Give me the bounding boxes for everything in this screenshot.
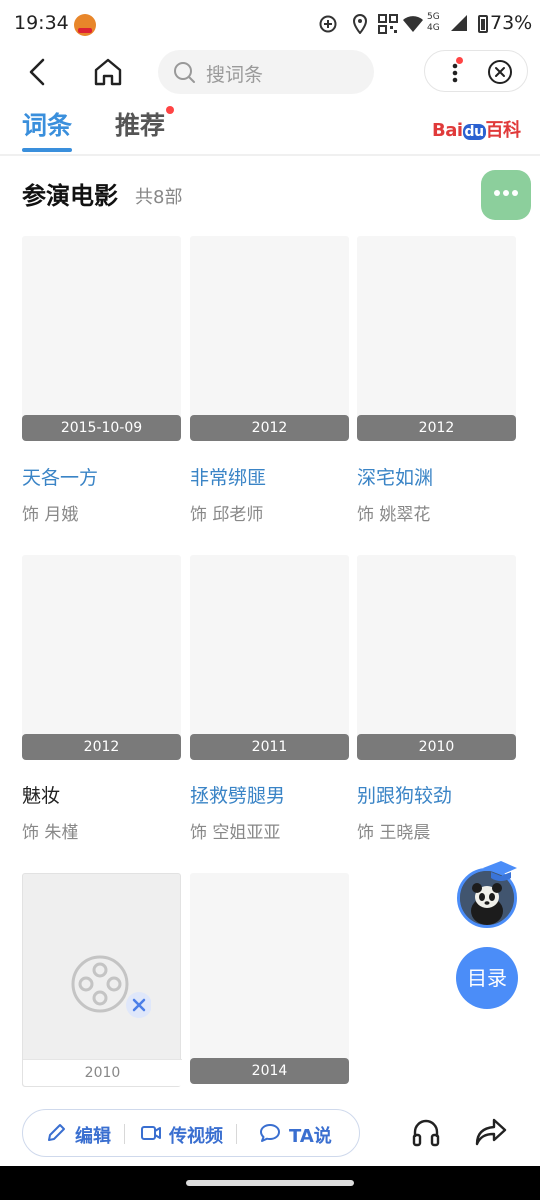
wifi-icon — [403, 16, 423, 32]
movie-poster[interactable]: 2012 — [22, 555, 181, 760]
mini-program-capsule — [424, 50, 528, 92]
share-icon[interactable] — [474, 1117, 508, 1147]
movie-title-link[interactable]: 天各一方 — [22, 463, 98, 490]
network-type: 5G 4G — [427, 12, 440, 33]
close-icon[interactable] — [487, 59, 513, 85]
movie-title: 魅妆 — [22, 785, 61, 807]
chat-bubble-icon — [260, 1124, 280, 1142]
location-icon — [352, 14, 368, 34]
section-count: 共8部 — [135, 187, 183, 208]
movie-poster[interactable]: 2014 — [190, 873, 349, 1084]
signal-icon — [451, 15, 467, 31]
divider — [0, 154, 540, 156]
movie-role: 饰 姚翠花 — [357, 505, 431, 525]
video-camera-icon — [141, 1126, 161, 1140]
movie-date: 2012 — [22, 734, 181, 760]
graduation-cap-icon — [483, 861, 517, 881]
notification-dot — [166, 106, 174, 114]
movie-title-link[interactable]: 拯救劈腿男 — [190, 781, 285, 808]
status-bar: 19:34 5G 4G 73% — [0, 0, 540, 48]
movie-poster[interactable]: 2015-10-09 — [22, 236, 181, 441]
search-input[interactable]: 搜词条 — [158, 50, 374, 94]
movie-title-link[interactable]: 深宅如渊 — [357, 463, 433, 490]
movie-title-link[interactable]: 非常绑匪 — [190, 463, 266, 490]
action-pill: 编辑 传视频 TA说 — [22, 1109, 360, 1157]
tab-entry[interactable]: 词条 — [22, 106, 72, 142]
movie-role: 饰 朱槿 — [22, 823, 79, 843]
search-icon — [174, 62, 195, 83]
movie-date: 2015-10-09 — [22, 415, 181, 441]
divider — [236, 1124, 237, 1144]
app-notification-icon — [74, 14, 96, 36]
chat-float-button[interactable] — [481, 170, 531, 220]
movie-poster[interactable]: 2012 — [190, 236, 349, 441]
home-gesture-handle[interactable] — [186, 1180, 354, 1186]
status-time: 19:34 — [14, 12, 69, 34]
home-button[interactable] — [92, 56, 124, 88]
movie-date: 2011 — [190, 734, 349, 760]
section-title: 参演电影 — [22, 182, 118, 210]
qr-code-icon — [378, 14, 398, 34]
ta-says-button[interactable]: TA说 — [289, 1122, 332, 1148]
movie-title-link[interactable]: 别跟狗较劲 — [357, 781, 452, 808]
active-tab-indicator — [22, 148, 72, 152]
movie-role: 饰 王晓晨 — [357, 823, 431, 843]
movie-poster[interactable]: 2012 — [357, 236, 516, 441]
battery-icon — [478, 15, 488, 33]
search-placeholder: 搜词条 — [206, 64, 264, 86]
movie-role: 饰 空姐亚亚 — [190, 823, 281, 843]
movie-date: 2010 — [357, 734, 516, 760]
edit-button[interactable]: 编辑 — [75, 1122, 111, 1148]
tab-recommend[interactable]: 推荐 — [115, 106, 165, 142]
pencil-icon — [48, 1124, 65, 1141]
movie-date: 2014 — [190, 1058, 349, 1084]
movie-role: 饰 邱老师 — [190, 505, 264, 525]
movie-role: 饰 月娥 — [22, 505, 79, 525]
film-reel-missing-icon — [71, 955, 151, 1018]
baidu-baike-logo[interactable]: Bai du 百科 — [432, 116, 521, 142]
table-of-contents-button[interactable]: 目录 — [456, 947, 518, 1009]
movie-poster[interactable]: 2011 — [190, 555, 349, 760]
headphone-icon[interactable] — [410, 1117, 442, 1149]
upload-video-button[interactable]: 传视频 — [169, 1122, 223, 1148]
data-saver-icon — [319, 15, 337, 33]
back-button[interactable] — [22, 56, 54, 88]
movie-date: 2012 — [190, 415, 349, 441]
movie-date: 2012 — [357, 415, 516, 441]
movie-poster[interactable]: 2010 — [357, 555, 516, 760]
battery-level: 73% — [490, 12, 533, 34]
movie-poster[interactable]: 2010 — [22, 873, 182, 1087]
movie-date: 2010 — [23, 1059, 182, 1086]
divider — [124, 1124, 125, 1144]
notification-dot — [456, 57, 463, 64]
